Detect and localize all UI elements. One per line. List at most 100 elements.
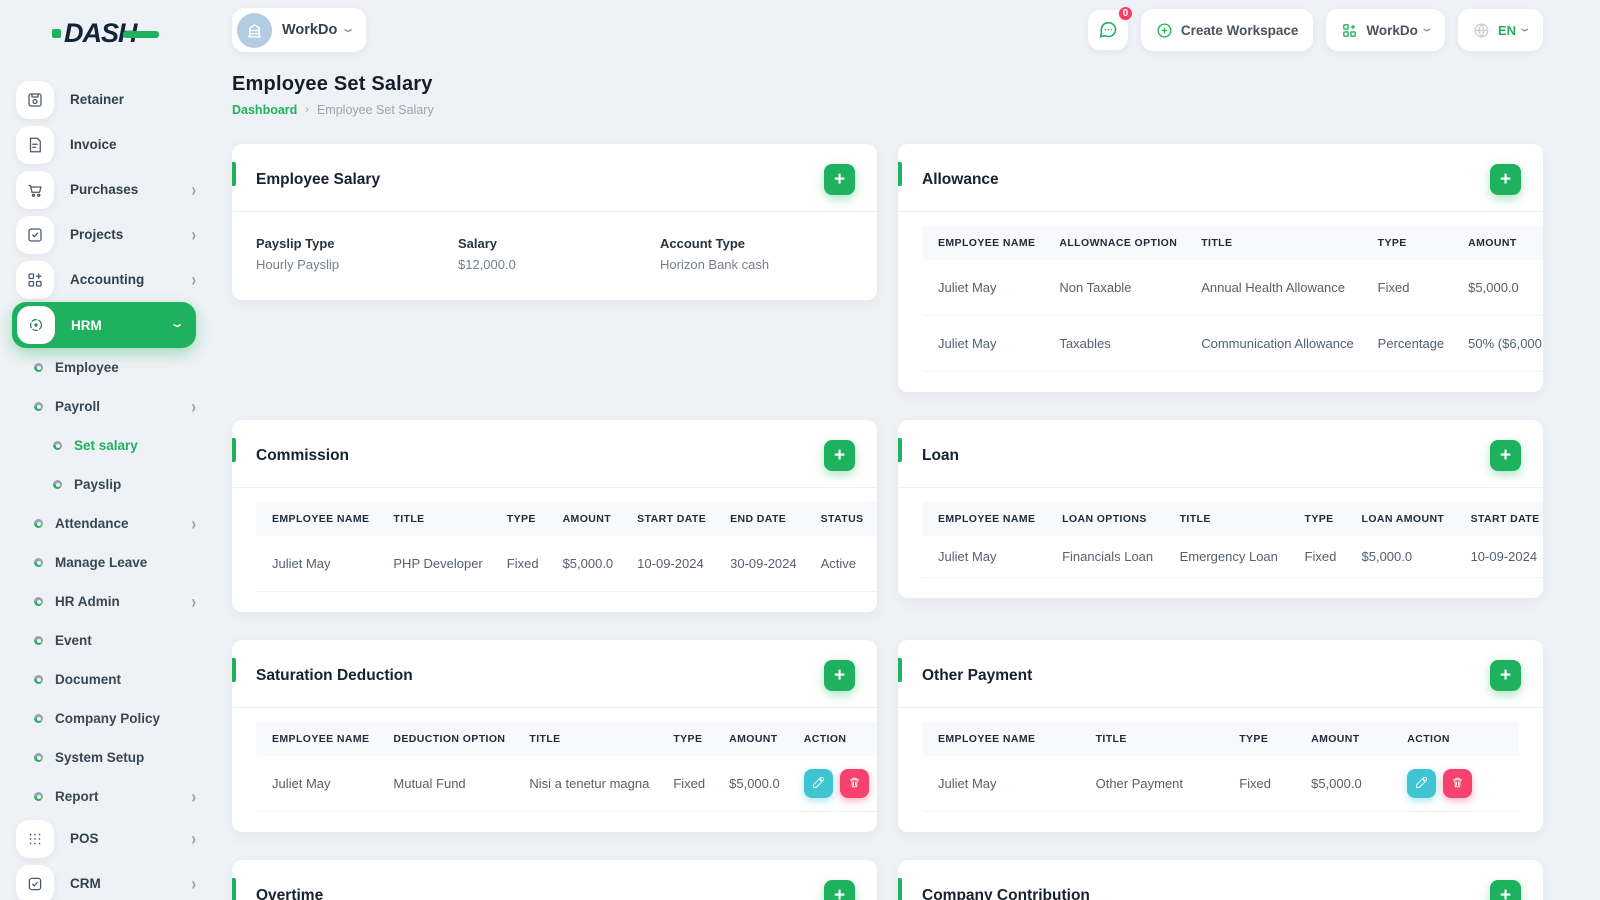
sidebar-item-document[interactable]: Document	[12, 660, 210, 699]
add-button[interactable]: +	[824, 660, 855, 691]
sidebar-item-hr-admin[interactable]: HR Admin ›	[12, 582, 210, 621]
plus-circle-icon	[1157, 22, 1172, 38]
pos-icon	[16, 819, 54, 858]
sidebar-item-label: Retainer	[70, 92, 125, 107]
table-container: EMPLOYEE NAME DEDUCTION OPTION TITLE TYPE AM…	[232, 708, 877, 832]
app-root: DASH Retainer Invoice Purchases › Projec…	[0, 0, 1600, 900]
card-header: Commission +	[232, 420, 877, 488]
sidebar-item-label: HR Admin	[55, 594, 120, 609]
breadcrumb-dashboard-link[interactable]: Dashboard	[232, 103, 297, 117]
saturation-deduction-card: Saturation Deduction + EMPLOYEE NAME DEDU…	[232, 640, 877, 832]
employee-salary-card: Employee Salary + Payslip Type Hourly Pa…	[232, 144, 877, 300]
table-row: Juliet May Taxables Communication Allowanc…	[922, 315, 1543, 372]
logo-dash-icon	[122, 31, 159, 38]
column-header: START DATE	[1458, 502, 1543, 536]
sidebar-item-label: Attendance	[55, 516, 129, 531]
sidebar-item-label: Projects	[70, 227, 124, 242]
sidebar-item-accounting[interactable]: Accounting ›	[12, 257, 210, 302]
cell: Fixed	[494, 536, 551, 592]
bullet-icon	[34, 597, 43, 606]
action-cell	[875, 536, 877, 592]
cell: $5,000.0	[717, 756, 792, 812]
card-title: Loan	[922, 446, 960, 464]
add-button[interactable]: +	[824, 164, 855, 195]
add-button[interactable]: +	[824, 880, 855, 900]
messages-button[interactable]: 0	[1087, 5, 1134, 50]
bullet-icon	[34, 675, 43, 684]
sidebar-item-purchases[interactable]: Purchases ›	[12, 167, 210, 212]
language-selector[interactable]: EN ›	[1457, 9, 1543, 51]
sidebar-item-report[interactable]: Report ›	[12, 777, 210, 816]
sidebar-item-label: Invoice	[70, 137, 117, 152]
bullet-icon	[34, 519, 43, 528]
card-header: Company Contribution +	[898, 860, 1543, 900]
cell: Percentage	[1365, 315, 1457, 372]
sidebar-item-crm[interactable]: CRM ›	[12, 861, 210, 900]
sidebar-item-attendance[interactable]: Attendance ›	[12, 504, 210, 543]
add-button[interactable]: +	[1490, 164, 1521, 195]
brand-logo[interactable]: DASH	[52, 18, 210, 49]
sidebar-nav: Retainer Invoice Purchases › Projects ›	[12, 77, 210, 900]
card-accent-bar	[898, 658, 902, 682]
column-header: TYPE	[1292, 502, 1350, 536]
cell: Juliet May	[922, 260, 1048, 316]
sidebar-item-invoice[interactable]: Invoice	[12, 122, 210, 167]
column-header: START DATE	[625, 502, 719, 536]
topbar: WorkDo › 0 Create Workspace WorkDo › EN …	[232, 5, 1543, 52]
sidebar-item-payslip[interactable]: Payslip	[12, 465, 210, 504]
add-button[interactable]: +	[1490, 880, 1521, 900]
workspace-switcher[interactable]: WorkDo ›	[232, 8, 366, 52]
edit-button[interactable]	[803, 769, 833, 798]
create-workspace-button[interactable]: Create Workspace	[1140, 9, 1314, 51]
column-header: END DATE	[718, 502, 809, 536]
delete-button[interactable]	[1443, 769, 1473, 798]
trash-icon	[1451, 776, 1464, 792]
column-header: AMOUNT	[1456, 226, 1543, 260]
card-accent-bar	[898, 162, 902, 186]
sidebar-item-hrm[interactable]: HRM ›	[12, 302, 196, 348]
cell: Juliet May	[922, 756, 1084, 812]
sidebar-item-manage-leave[interactable]: Manage Leave	[12, 543, 210, 582]
sidebar-item-pos[interactable]: POS ›	[12, 816, 210, 861]
chevron-right-icon: ›	[191, 179, 196, 200]
column-header: ALLOWNACE OPTION	[1047, 226, 1190, 260]
card-accent-bar	[898, 438, 902, 462]
sidebar-item-company-policy[interactable]: Company Policy	[12, 699, 210, 738]
add-button[interactable]: +	[1490, 440, 1521, 471]
edit-button[interactable]	[1407, 769, 1437, 798]
cell: Juliet May	[922, 536, 1051, 578]
delete-button[interactable]	[839, 769, 869, 798]
workdo-menu-button[interactable]: WorkDo ›	[1326, 9, 1445, 51]
column-header: AMOUNT	[717, 722, 792, 756]
sidebar-item-retainer[interactable]: Retainer	[12, 77, 210, 122]
cell: $5,000.0	[1456, 260, 1543, 316]
sidebar: DASH Retainer Invoice Purchases › Projec…	[0, 0, 210, 900]
card-title: Saturation Deduction	[256, 666, 413, 684]
sidebar-item-system-setup[interactable]: System Setup	[12, 738, 210, 777]
saturation-deduction-table: EMPLOYEE NAME DEDUCTION OPTION TITLE TYPE AM…	[256, 722, 877, 812]
add-button[interactable]: +	[1490, 660, 1521, 691]
sidebar-item-projects[interactable]: Projects ›	[12, 212, 210, 257]
sidebar-item-employee[interactable]: Employee	[12, 348, 210, 387]
sidebar-item-event[interactable]: Event	[12, 621, 210, 660]
cell: $5,000.0	[1299, 756, 1396, 812]
bullet-icon	[34, 792, 43, 801]
action-cell	[791, 756, 877, 812]
column-header: TYPE	[494, 502, 551, 536]
table-header-row: EMPLOYEE NAME DEDUCTION OPTION TITLE TYPE AM…	[256, 722, 877, 756]
chevron-right-icon: ›	[191, 828, 196, 849]
sidebar-item-label: Accounting	[70, 272, 145, 287]
column-header: TITLE	[1189, 226, 1366, 260]
sidebar-item-payroll[interactable]: Payroll ›	[12, 387, 210, 426]
card-title: Employee Salary	[256, 170, 381, 188]
add-button[interactable]: +	[824, 440, 855, 471]
table-container: EMPLOYEE NAME LOAN OPTIONS TITLE TYPE LOAN A…	[898, 488, 1543, 598]
sidebar-item-set-salary[interactable]: Set salary	[12, 426, 210, 465]
field-value: Horizon Bank cash	[660, 257, 770, 272]
chevron-down-icon: ›	[1418, 28, 1438, 32]
sidebar-item-label: Document	[55, 672, 122, 687]
cell: Financials Loan	[1050, 536, 1168, 578]
crm-icon	[16, 864, 54, 900]
allowance-table: EMPLOYEE NAME ALLOWNACE OPTION TITLE TYPE AM…	[922, 226, 1543, 372]
loan-table: EMPLOYEE NAME LOAN OPTIONS TITLE TYPE LOAN A…	[922, 502, 1543, 578]
